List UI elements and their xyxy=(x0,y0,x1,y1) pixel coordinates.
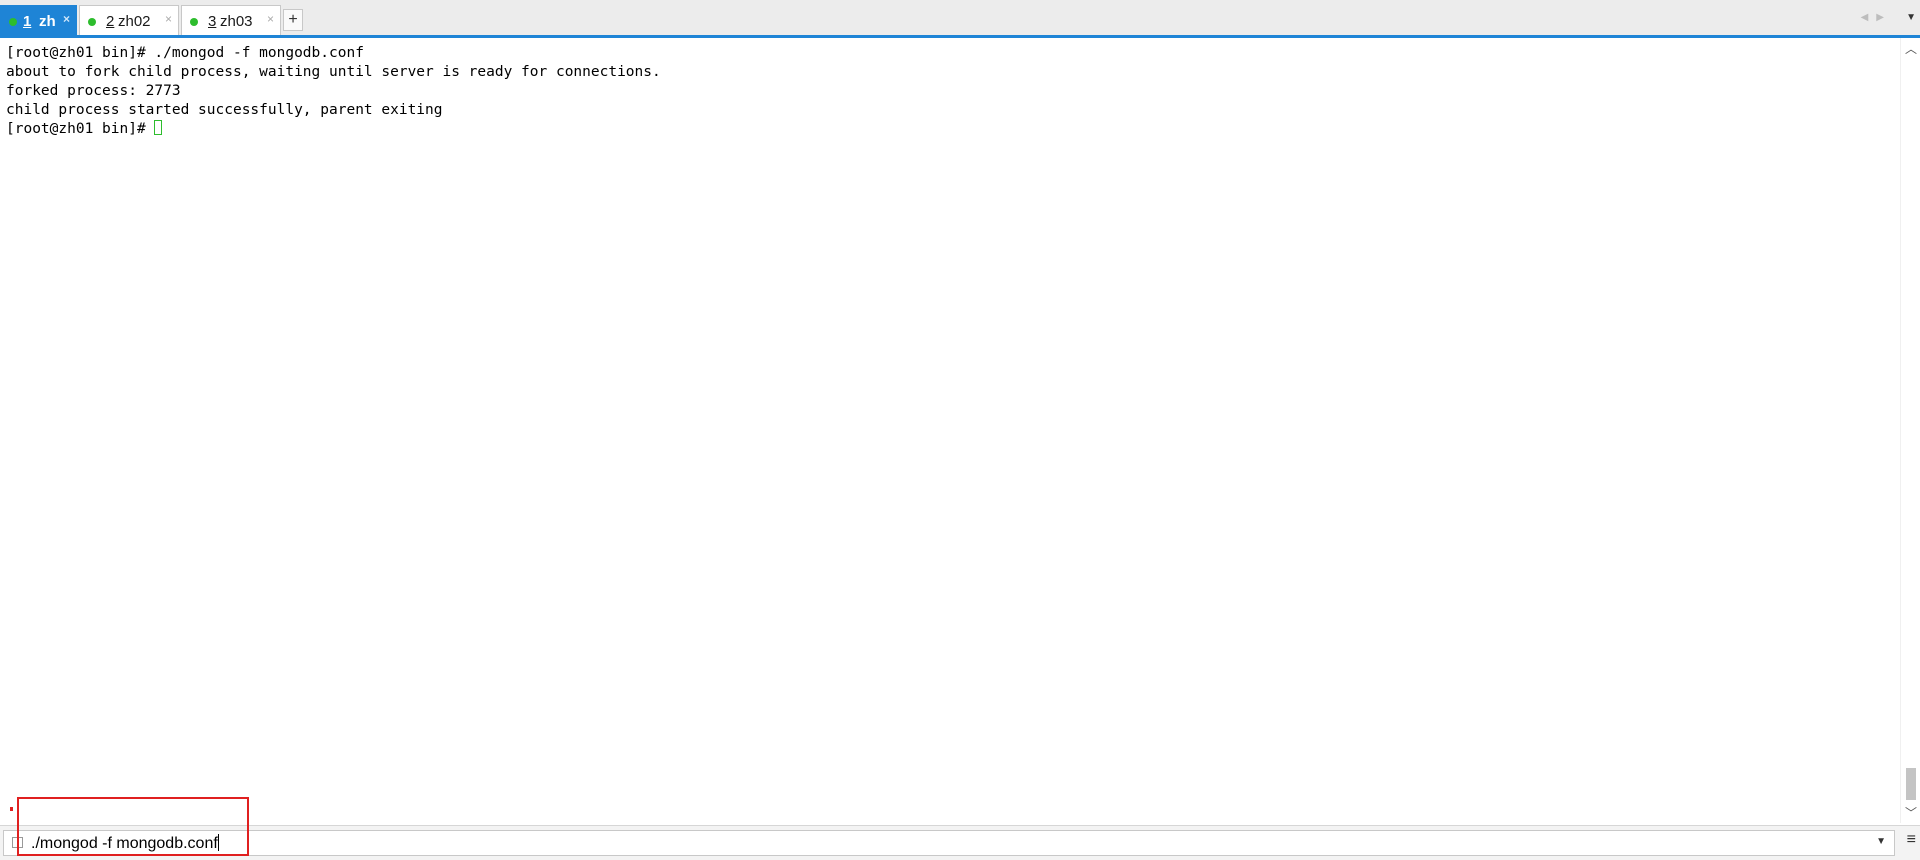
tab-bar: 1 zh × 2 zh02 × 3 zh03 × + ◀▶ ▼ xyxy=(0,0,1920,38)
highlight-annotation-box xyxy=(17,797,249,856)
scroll-up-icon[interactable]: ︿ xyxy=(1905,40,1917,57)
tab-session-3[interactable]: 3 zh03 × xyxy=(181,5,281,35)
command-input[interactable]: ./mongod -f mongodb.conf ▼ xyxy=(3,830,1895,856)
tab-number: 1 xyxy=(23,13,32,30)
tab-number: 2 xyxy=(106,13,115,30)
tab-label: zh03 xyxy=(220,13,253,30)
close-icon[interactable]: × xyxy=(165,12,172,26)
command-history-dropdown-icon[interactable]: ▼ xyxy=(1876,836,1886,847)
terminal-line: about to fork child process, waiting unt… xyxy=(6,64,661,80)
scroll-down-icon[interactable]: ﹀ xyxy=(1905,804,1917,821)
tab-label: zh xyxy=(39,13,56,30)
tab-scroll-arrows-icon[interactable]: ◀▶ xyxy=(1861,12,1892,23)
terminal-line: child process started successfully, pare… xyxy=(6,102,443,118)
tab-list-dropdown-icon[interactable]: ▼ xyxy=(1906,12,1916,23)
terminal-line: [root@zh01 bin]# ./mongod -f mongodb.con… xyxy=(6,45,364,61)
connected-status-icon xyxy=(9,18,17,26)
new-tab-button[interactable]: + xyxy=(283,9,303,31)
terminal-output[interactable]: [root@zh01 bin]# ./mongod -f mongodb.con… xyxy=(0,38,1900,823)
menu-icon[interactable]: ≡ xyxy=(1907,832,1916,848)
scroll-thumb[interactable] xyxy=(1906,768,1916,800)
tab-session-1[interactable]: 1 zh × xyxy=(0,5,77,35)
terminal-prompt-line: [root@zh01 bin]# xyxy=(6,120,163,139)
red-marker xyxy=(10,807,13,811)
close-icon[interactable]: × xyxy=(63,12,70,26)
tab-label: zh02 xyxy=(118,13,151,30)
terminal-line: forked process: 2773 xyxy=(6,83,181,99)
command-bar: ./mongod -f mongodb.conf ▼ ≡ xyxy=(0,825,1920,860)
tab-number: 3 xyxy=(208,13,217,30)
terminal-scrollbar[interactable]: ︿ ﹀ xyxy=(1900,38,1920,823)
terminal-cursor xyxy=(154,120,163,135)
terminal-prompt: [root@zh01 bin]# xyxy=(6,121,155,137)
close-icon[interactable]: × xyxy=(267,12,274,26)
connected-status-icon xyxy=(88,18,96,26)
connected-status-icon xyxy=(190,18,198,26)
tab-session-2[interactable]: 2 zh02 × xyxy=(79,5,179,35)
